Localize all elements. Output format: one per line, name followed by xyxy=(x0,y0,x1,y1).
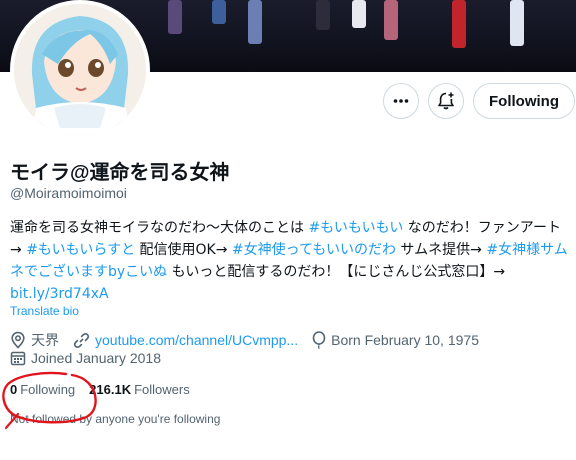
banner-figure xyxy=(168,0,182,34)
banner-figure xyxy=(248,0,262,44)
translate-bio-link[interactable]: Translate bio xyxy=(10,304,79,318)
hashtag-link[interactable]: #もいもいらすと xyxy=(26,242,135,258)
banner-figure xyxy=(212,0,226,24)
banner-figure xyxy=(510,0,524,46)
profile-bio: 運命を司る女神モイラなのだわ～大体のことは #もいもいもい なのだわ！ファンアー… xyxy=(10,217,570,305)
following-stat[interactable]: 0 Following xyxy=(10,382,75,397)
hashtag-link[interactable]: #もいもいもい xyxy=(308,220,403,236)
banner-figure xyxy=(352,0,366,28)
joined-text: Joined January 2018 xyxy=(31,350,161,366)
followers-label: Followers xyxy=(134,382,190,397)
banner-figure xyxy=(384,0,398,40)
followers-count: 216.1K xyxy=(89,382,132,397)
following-button[interactable]: Following xyxy=(473,83,575,119)
birthday-item: Born February 10, 1975 xyxy=(312,331,479,349)
link-icon xyxy=(73,332,90,348)
followers-you-know-note: Not followed by anyone you're following xyxy=(10,412,221,426)
avatar-illustration xyxy=(14,4,146,136)
display-name: モイラ@運命を司る女神 xyxy=(10,162,230,184)
more-horizontal-icon xyxy=(393,99,409,103)
bell-plus-icon xyxy=(438,92,454,110)
bio-url-link[interactable]: bit.ly/3rd74xA xyxy=(10,286,109,302)
followers-stat[interactable]: 216.1K Followers xyxy=(89,382,190,397)
location-text: 天界 xyxy=(31,333,59,349)
joined-item: Joined January 2018 xyxy=(10,350,161,366)
profile-meta-joined: Joined January 2018 xyxy=(10,350,175,366)
banner-figure xyxy=(316,0,330,30)
avatar[interactable] xyxy=(10,0,150,140)
user-handle: @Moiramoimoimoi xyxy=(10,185,127,201)
balloon-icon xyxy=(312,331,326,349)
follow-stats: 0 Following 216.1K Followers xyxy=(10,382,204,397)
notifications-button[interactable] xyxy=(428,83,464,119)
hashtag-link[interactable]: #女神使ってもいいのだわ xyxy=(232,242,396,258)
calendar-icon xyxy=(10,351,26,366)
location-item: 天界 xyxy=(10,330,59,350)
bio-text: サムネ提供→ xyxy=(395,242,487,258)
following-count: 0 xyxy=(10,382,18,397)
birthday-text: Born February 10, 1975 xyxy=(331,332,479,348)
bio-text: 配信使用OK→ xyxy=(135,242,232,258)
website-item: youtube.com/channel/UCvmpp... xyxy=(73,332,298,349)
bio-text: もいっと配信するのだわ！【にじさんじ公式窓口】→ xyxy=(167,264,506,280)
website-link[interactable]: youtube.com/channel/UCvmpp... xyxy=(95,332,298,348)
profile-meta: 天界 youtube.com/channel/UCvmpp... Born Fe… xyxy=(10,330,493,350)
banner-figure xyxy=(452,0,466,48)
location-pin-icon xyxy=(11,331,25,349)
following-label: Following xyxy=(20,382,76,397)
bio-text: 運命を司る女神モイラなのだわ～大体のことは xyxy=(10,220,309,236)
more-button[interactable] xyxy=(383,83,419,119)
